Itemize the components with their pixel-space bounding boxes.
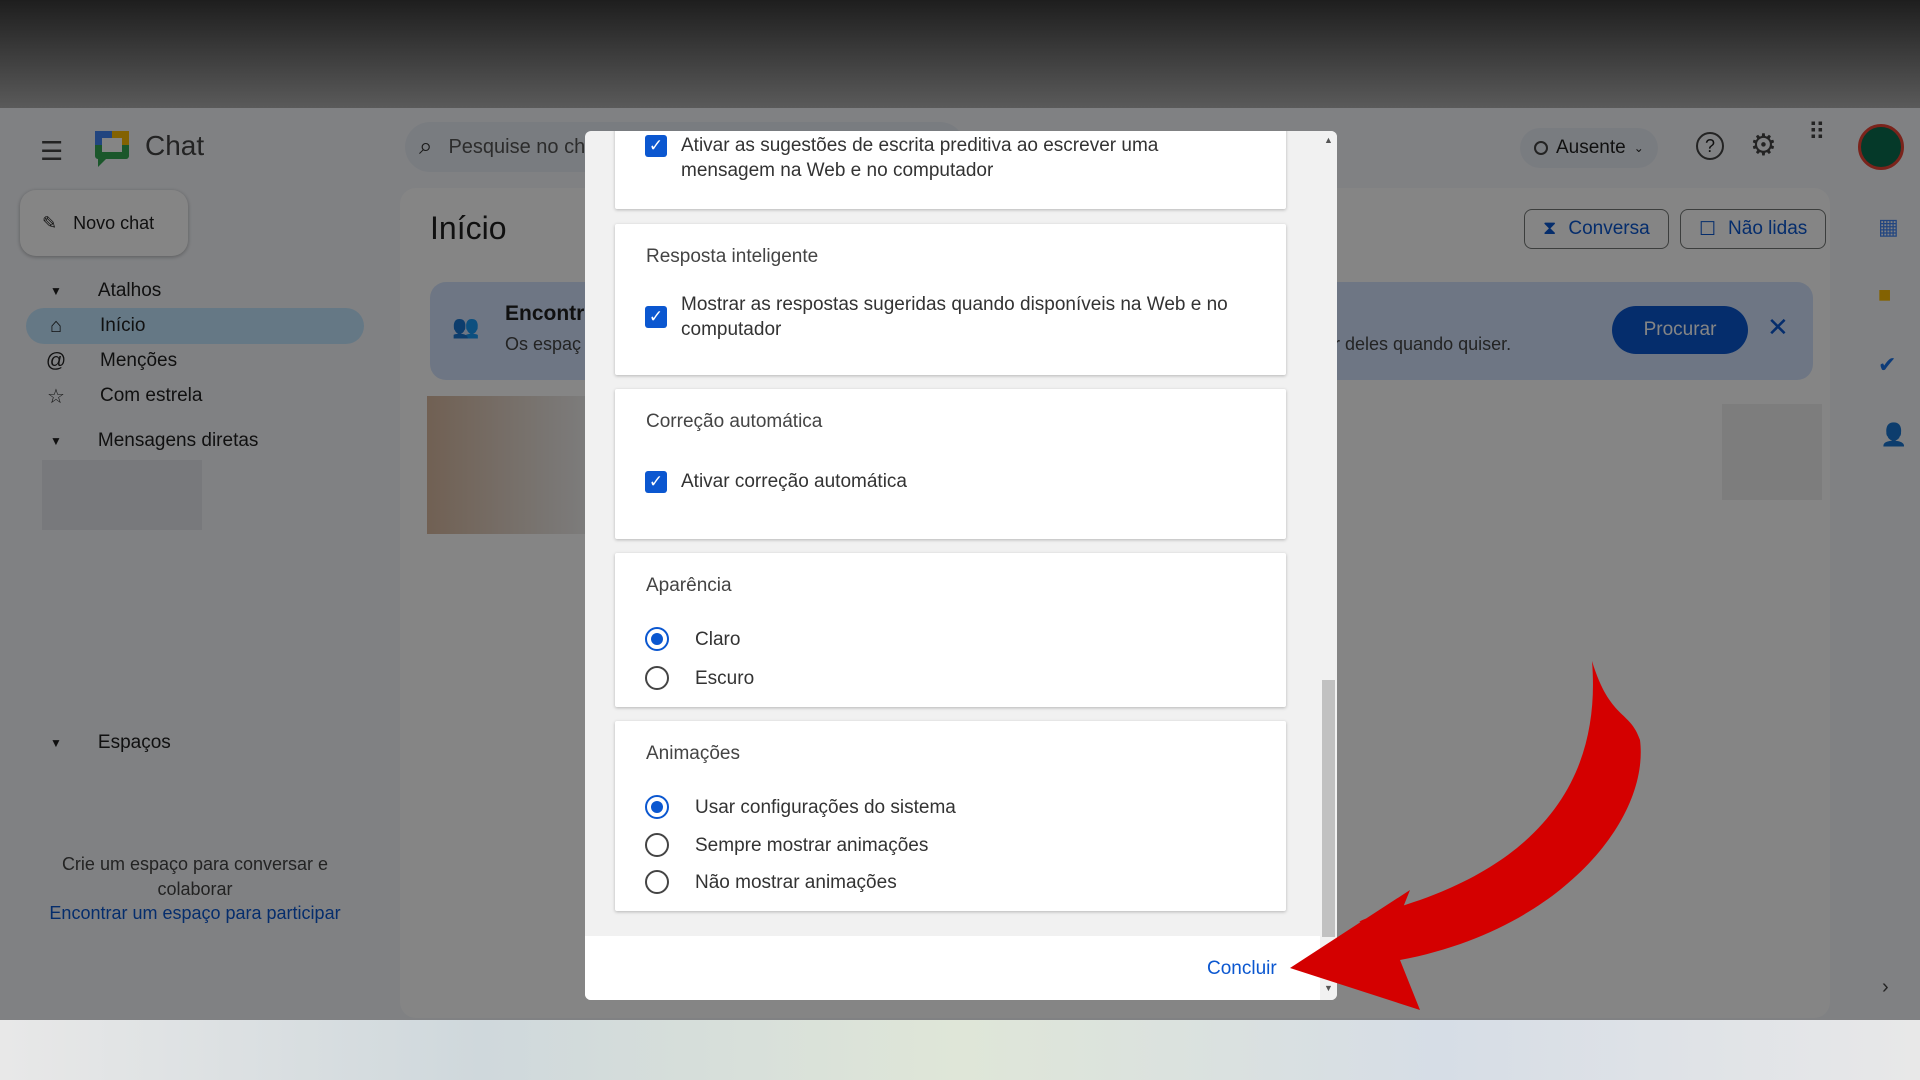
bottom-background xyxy=(0,1020,1920,1080)
red-arrow-annotation xyxy=(1290,661,1641,1010)
